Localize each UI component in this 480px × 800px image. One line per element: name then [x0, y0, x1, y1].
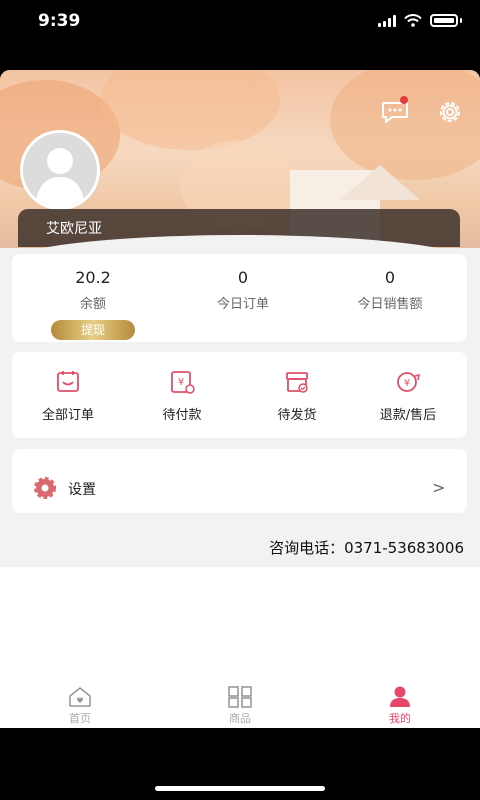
stat-value: 0: [384, 268, 396, 287]
notification-dot: [400, 96, 408, 104]
battery-icon: [430, 14, 458, 27]
tab-products[interactable]: 商品: [200, 686, 280, 726]
status-icons: [378, 14, 462, 27]
order-all[interactable]: 全部订单: [18, 370, 118, 423]
chevron-right-icon: >: [432, 478, 446, 497]
settings-row[interactable]: 设置 >: [12, 449, 467, 513]
order-label: 待付款: [162, 408, 202, 423]
order-pending-shipment[interactable]: 待发货: [247, 370, 347, 423]
battery-tip: [460, 18, 462, 23]
orders-card: 全部订单 ¥ 待付款 待发货 ¥ 退款/售后: [12, 352, 467, 438]
profile-icon: [390, 686, 410, 707]
tab-label: 商品: [229, 712, 251, 725]
banner-house-roof: [340, 165, 420, 200]
stat-label: 今日销售额: [357, 297, 423, 312]
contact-phone[interactable]: 咨询电话：0371-53683006: [269, 537, 464, 558]
avatar-placeholder-icon: [35, 148, 85, 207]
phone-screen: 9:39 艾欧尼亚 20.2 余额 0 今日订单 0 今日销售额 提现 全部订单…: [0, 0, 480, 800]
settings-gear-icon: [34, 477, 56, 499]
order-label: 全部订单: [41, 408, 94, 423]
user-name: 艾欧尼亚: [46, 221, 102, 237]
order-label: 待发货: [277, 408, 317, 423]
settings-label: 设置: [68, 482, 96, 498]
withdraw-button[interactable]: 提现: [51, 320, 135, 340]
stat-today-orders[interactable]: 0 今日订单: [168, 268, 318, 312]
status-time: 9:39: [38, 11, 81, 31]
wifi-icon: [404, 14, 422, 27]
order-pending-payment[interactable]: ¥ 待付款: [132, 370, 232, 423]
banner-tree: [100, 70, 280, 150]
settings-gear-icon[interactable]: [436, 98, 464, 126]
signal-icon: [378, 14, 396, 27]
stat-value: 0: [237, 268, 249, 287]
refund-icon: ¥: [397, 372, 421, 392]
all-orders-icon: [57, 371, 79, 392]
tab-mine[interactable]: 我的: [360, 686, 440, 726]
stat-value: 20.2: [75, 268, 111, 287]
tab-home[interactable]: 首页: [40, 686, 120, 726]
home-icon: [69, 687, 91, 707]
stat-balance[interactable]: 20.2 余额: [18, 268, 168, 312]
pending-shipment-icon: [286, 372, 308, 393]
tab-label: 我的: [389, 712, 411, 725]
order-refund[interactable]: ¥ 退款/售后: [358, 370, 458, 423]
pending-payment-icon: ¥: [171, 371, 195, 394]
grid-icon: [228, 686, 252, 708]
avatar[interactable]: [20, 130, 100, 210]
stat-label: 今日订单: [216, 297, 269, 312]
order-label: 退款/售后: [379, 408, 437, 423]
stat-today-sales[interactable]: 0 今日销售额: [315, 268, 465, 312]
status-bar: 9:39: [0, 0, 480, 44]
tab-label: 首页: [69, 712, 91, 725]
svg-text:¥: ¥: [178, 377, 184, 388]
stat-label: 余额: [79, 297, 106, 312]
home-indicator: [155, 786, 325, 791]
stats-card: 20.2 余额 0 今日订单 0 今日销售额 提现: [12, 254, 467, 342]
svg-text:¥: ¥: [404, 378, 410, 389]
tab-bar: 首页 商品 我的: [0, 678, 480, 728]
